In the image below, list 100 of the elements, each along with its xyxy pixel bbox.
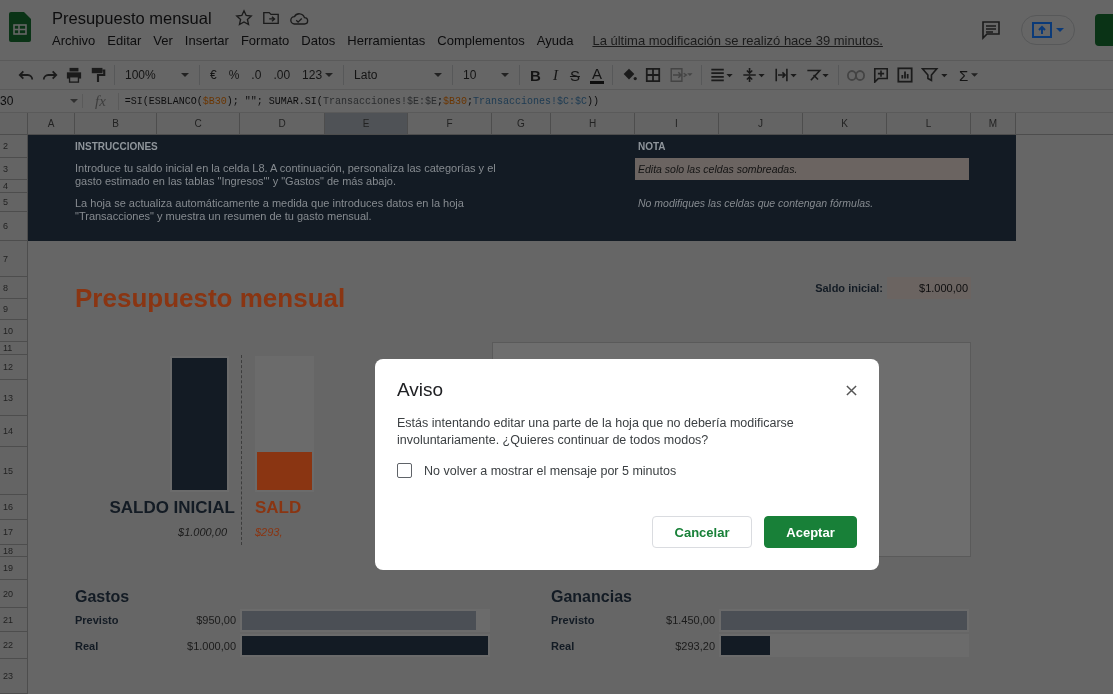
formula-field[interactable]: =SI(ESBLANCO($B30); ""; SUMAR.SI(Transacciones!$E:$E;$B30;Transacciones!$C:$C)) — [124, 95, 599, 107]
sheets-logo-icon[interactable] — [9, 12, 31, 42]
bold-button[interactable]: B — [528, 66, 543, 84]
menu-item[interactable]: Datos — [301, 33, 336, 48]
balance-amount: $293, — [255, 526, 283, 538]
present-button[interactable] — [1021, 15, 1075, 45]
checkbox[interactable] — [397, 463, 412, 478]
font-size-dropdown[interactable]: 10 — [461, 68, 512, 82]
dialog-message: Estás intentando editar una parte de la hoja que no debería modificarse involuntariamente. ¿Quieres continuar de todos modos? — [397, 415, 795, 449]
functions-dropdown[interactable]: Σ — [956, 66, 981, 84]
column-header[interactable]: F — [408, 113, 492, 135]
column-header[interactable]: K — [803, 113, 887, 135]
row-header[interactable]: 12 — [0, 355, 28, 380]
paint-format-icon[interactable] — [90, 67, 106, 83]
menu-item[interactable]: Formato — [240, 33, 290, 48]
column-header[interactable]: D — [240, 113, 325, 135]
balance-label: SALD — [255, 498, 302, 518]
caret-icon — [181, 73, 189, 77]
dialog-button[interactable]: Aceptar — [764, 516, 857, 548]
menu-item[interactable]: Archivo — [52, 33, 96, 48]
dialog-title: Aviso — [397, 379, 444, 401]
note-cell[interactable]: Edita solo las celdas sombreadas. — [635, 158, 969, 180]
section-title: Ganancias — [551, 588, 633, 607]
row-header[interactable]: 22 — [0, 632, 28, 659]
note-text: No modifiques las celdas que contengan fórmulas. — [637, 195, 875, 211]
row-header[interactable]: 14 — [0, 416, 28, 447]
row-label: Real — [75, 639, 100, 652]
starting-balance-cell[interactable]: $1.000,00 — [887, 277, 971, 299]
section-title: Gastos — [75, 588, 131, 607]
present-icon — [1032, 22, 1052, 38]
currency-button[interactable]: € — [208, 68, 219, 82]
folder-icon[interactable] — [261, 9, 280, 27]
menu-item[interactable]: Herramientas — [347, 33, 426, 48]
italic-button[interactable]: I — [550, 66, 560, 84]
increase-decimals-button[interactable]: .00 — [271, 68, 293, 82]
row-header[interactable]: 21 — [0, 608, 28, 632]
row-header[interactable]: 5 — [0, 193, 28, 212]
balance-label: SALDO INICIAL — [109, 498, 235, 518]
print-icon[interactable] — [66, 67, 82, 83]
caret-icon — [1056, 28, 1064, 32]
number-format-dropdown[interactable]: 123 — [300, 68, 336, 82]
chart-icon[interactable] — [896, 67, 913, 83]
amount-cell-text: $950,00 — [195, 614, 237, 626]
note-title: NOTA — [637, 141, 667, 152]
menu-item[interactable]: Ayuda — [536, 33, 574, 48]
align-icon[interactable] — [709, 67, 734, 83]
column-header[interactable]: C — [157, 113, 240, 135]
column-header[interactable]: J — [719, 113, 803, 135]
amount-cell-text: $1.450,00 — [665, 614, 716, 626]
font-dropdown[interactable]: Lato — [352, 68, 445, 82]
row-header[interactable]: 11 — [0, 342, 28, 355]
close-icon[interactable] — [846, 384, 857, 396]
column-header[interactable]: G — [492, 113, 551, 135]
column-header[interactable]: H — [551, 113, 635, 135]
decrease-decimals-button[interactable]: .0 — [249, 68, 264, 82]
row-label: Previsto — [75, 614, 120, 626]
row-header[interactable]: 15 — [0, 447, 28, 495]
row-header[interactable]: 16 — [0, 495, 28, 520]
column-header[interactable]: I — [635, 113, 719, 135]
filter-icon[interactable] — [920, 67, 949, 83]
menu-item[interactable]: Insertar — [184, 33, 229, 48]
instructions-text: La hoja se actualiza automáticamente a medida que introduces datos en la hoja "Transacciones" y muestra un resumen de tu gasto mensual. — [75, 196, 465, 224]
column-header[interactable]: L — [887, 113, 971, 135]
row-header[interactable]: 18 — [0, 545, 28, 557]
row-header[interactable]: 17 — [0, 520, 28, 545]
caret-icon — [971, 73, 979, 77]
column-header[interactable]: B — [75, 113, 157, 135]
text-color-button[interactable]: A — [589, 66, 604, 84]
menu-item[interactable]: Ver — [153, 33, 173, 48]
text-wrap-icon[interactable] — [773, 67, 798, 83]
row-header[interactable]: 23 — [0, 659, 28, 694]
dialog-button[interactable]: Cancelar — [652, 516, 752, 548]
zoom-dropdown[interactable]: 100% — [123, 68, 191, 82]
percent-button[interactable]: % — [226, 68, 242, 82]
cell-reference-field[interactable]: 30 — [0, 94, 83, 108]
column-header[interactable]: A — [28, 113, 75, 135]
menu-item[interactable]: Editar — [107, 33, 142, 48]
strikethrough-button[interactable]: S — [567, 66, 582, 84]
cloud-icon[interactable] — [288, 10, 309, 26]
balance-amount: $1.000,00 — [178, 526, 227, 538]
menu-item[interactable]: Complementos — [437, 33, 525, 48]
row-header[interactable]: 9 — [0, 299, 28, 320]
comments-icon[interactable] — [981, 20, 1001, 40]
vertical-align-icon[interactable] — [741, 67, 766, 83]
star-icon[interactable] — [234, 9, 253, 27]
text-rotation-icon[interactable] — [805, 67, 830, 83]
row-header[interactable]: 10 — [0, 320, 28, 342]
row-header[interactable]: 13 — [0, 380, 28, 416]
row-label: Previsto — [551, 614, 596, 626]
row-header[interactable]: 20 — [0, 580, 28, 608]
borders-icon[interactable] — [644, 67, 661, 83]
row-header[interactable]: 19 — [0, 557, 28, 580]
column-header[interactable]: M — [971, 113, 1016, 135]
starting-balance-label: Saldo inicial: — [814, 282, 884, 294]
checkbox-label[interactable]: No volver a mostrar el mensaje por 5 minutos — [424, 463, 677, 478]
last-edit-link[interactable]: La última modificación se realizó hace 39 minutos. — [592, 33, 883, 48]
document-title[interactable]: Presupuesto mensual — [52, 8, 212, 28]
row-header[interactable]: 2 — [0, 135, 28, 158]
row-header[interactable]: 4 — [0, 180, 28, 193]
add-comment-icon[interactable] — [872, 67, 889, 83]
